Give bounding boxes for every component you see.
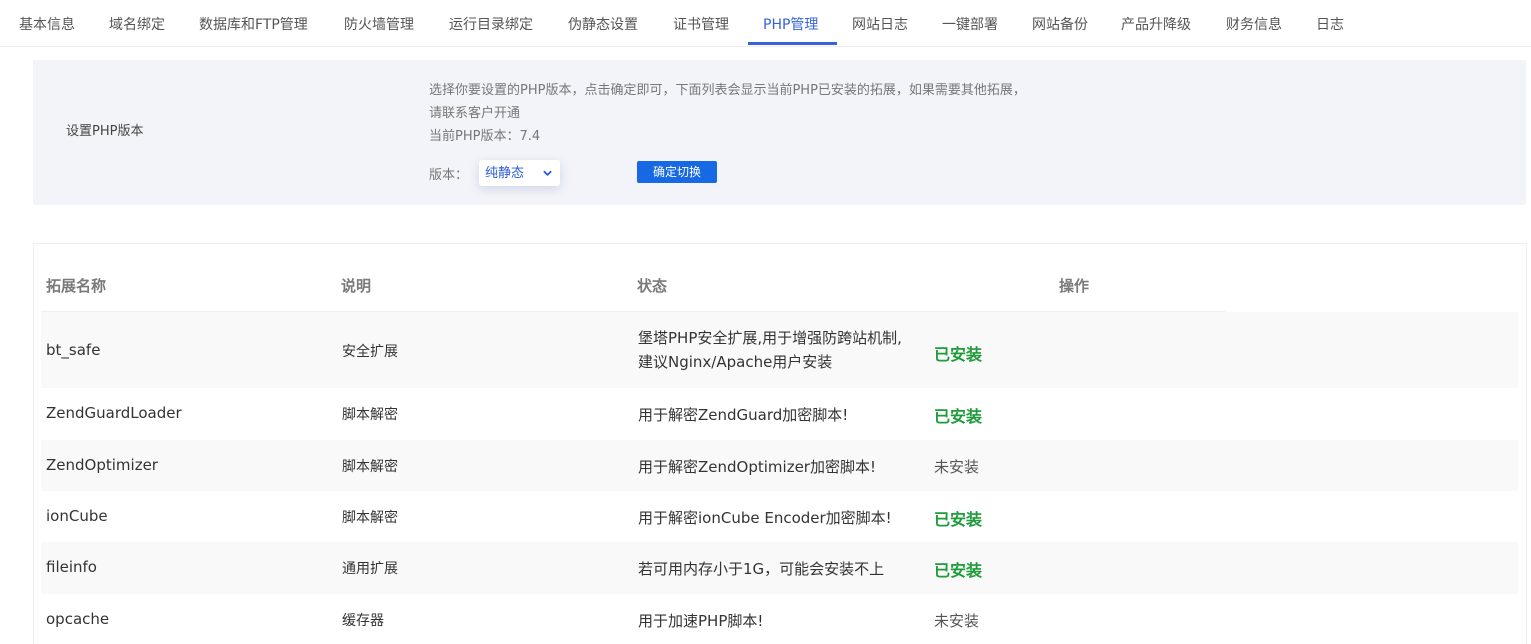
extension-type: 脚本解密	[342, 510, 398, 526]
status-badge: 已安装	[934, 345, 983, 364]
extension-description: 若可用内存小于1G，可能会安装不上	[638, 560, 885, 578]
chevron-down-icon	[543, 170, 552, 176]
tab-certificate[interactable]: 证书管理	[673, 0, 729, 46]
extension-name: ionCube	[46, 507, 108, 525]
column-header-name: 拓展名称	[46, 277, 107, 295]
table-row: ZendGuardLoader 脚本解密 用于解密ZendGuard加密脚本! …	[41, 388, 1518, 440]
current-php-version: 当前PHP版本：7.4	[429, 129, 541, 144]
tab-domain-binding[interactable]: 域名绑定	[109, 0, 165, 46]
version-label: 版本：	[429, 168, 469, 183]
tab-site-backup[interactable]: 网站备份	[1032, 0, 1088, 46]
table-row: opcache 缓存器 用于加速PHP脚本! 未安装	[41, 594, 1518, 644]
tab-firewall[interactable]: 防火墙管理	[344, 0, 414, 46]
extension-description: 堡塔PHP安全扩展,用于增强防跨站机制, 建议Nginx/Apache用户安装	[638, 326, 902, 374]
extension-name: bt_safe	[46, 341, 101, 359]
tab-run-directory[interactable]: 运行目录绑定	[449, 0, 533, 46]
tab-basic-info[interactable]: 基本信息	[19, 0, 75, 46]
confirm-switch-button[interactable]: 确定切换	[637, 161, 717, 183]
column-header-type: 说明	[341, 277, 372, 295]
status-badge: 未安装	[934, 612, 980, 630]
tab-finance[interactable]: 财务信息	[1226, 0, 1282, 46]
description-line: 建议Nginx/Apache用户安装	[638, 353, 833, 371]
tab-bar: 基本信息 域名绑定 数据库和FTP管理 防火墙管理 运行目录绑定 伪静态设置 证…	[0, 0, 1531, 47]
extension-name: fileinfo	[46, 558, 97, 576]
table-row: ionCube 脚本解密 用于解密ionCube Encoder加密脚本! 已安…	[41, 491, 1518, 542]
extension-type: 通用扩展	[342, 561, 398, 577]
tab-site-logs[interactable]: 网站日志	[852, 0, 908, 46]
tab-one-click-deploy[interactable]: 一键部署	[942, 0, 998, 46]
selected-version: 纯静态	[485, 166, 525, 181]
table-row: bt_safe 安全扩展 堡塔PHP安全扩展,用于增强防跨站机制, 建议Ngin…	[41, 312, 1518, 388]
description-line: 堡塔PHP安全扩展,用于增强防跨站机制,	[638, 329, 902, 347]
table-row: ZendOptimizer 脚本解密 用于解密ZendOptimizer加密脚本…	[41, 440, 1518, 491]
tab-upgrade[interactable]: 产品升降级	[1121, 0, 1191, 46]
active-tab-indicator	[748, 42, 837, 45]
extension-name: opcache	[46, 610, 110, 628]
status-badge: 未安装	[934, 458, 980, 476]
extension-type: 安全扩展	[342, 344, 398, 360]
status-badge: 已安装	[934, 407, 983, 426]
extension-description: 用于解密ionCube Encoder加密脚本!	[638, 509, 892, 527]
extension-type: 脚本解密	[342, 459, 398, 475]
column-header-status: 状态	[637, 277, 668, 295]
php-version-select[interactable]: 纯静态	[479, 160, 560, 186]
tab-database-ftp[interactable]: 数据库和FTP管理	[199, 0, 308, 46]
extension-name: ZendOptimizer	[46, 456, 158, 474]
tab-php[interactable]: PHP管理	[763, 0, 818, 46]
tab-rewrite[interactable]: 伪静态设置	[568, 0, 638, 46]
tab-logs[interactable]: 日志	[1316, 0, 1344, 46]
description-line: 请联系客户开通	[429, 106, 521, 121]
extensions-table: 拓展名称 说明 状态 操作 bt_safe 安全扩展 堡塔PHP安全扩展,用于增…	[33, 243, 1527, 644]
extension-type: 脚本解密	[342, 407, 398, 423]
column-header-action: 操作	[1059, 277, 1090, 295]
php-version-title: 设置PHP版本	[66, 124, 144, 139]
php-version-panel: 设置PHP版本 选择你要设置的PHP版本，点击确定即可，下面列表会显示当前PHP…	[33, 60, 1526, 205]
extension-name: ZendGuardLoader	[46, 404, 182, 422]
status-badge: 已安装	[934, 510, 983, 529]
php-version-description: 选择你要设置的PHP版本，点击确定即可，下面列表会显示当前PHP已安装的拓展，如…	[429, 79, 1026, 148]
extension-description: 用于解密ZendOptimizer加密脚本!	[638, 458, 876, 476]
status-badge: 已安装	[934, 561, 983, 580]
extension-description: 用于解密ZendGuard加密脚本!	[638, 406, 849, 424]
extension-type: 缓存器	[342, 613, 384, 629]
extension-description: 用于加速PHP脚本!	[638, 612, 764, 630]
description-line: 选择你要设置的PHP版本，点击确定即可，下面列表会显示当前PHP已安装的拓展，如…	[429, 83, 1026, 98]
table-row: fileinfo 通用扩展 若可用内存小于1G，可能会安装不上 已安装	[41, 542, 1518, 594]
